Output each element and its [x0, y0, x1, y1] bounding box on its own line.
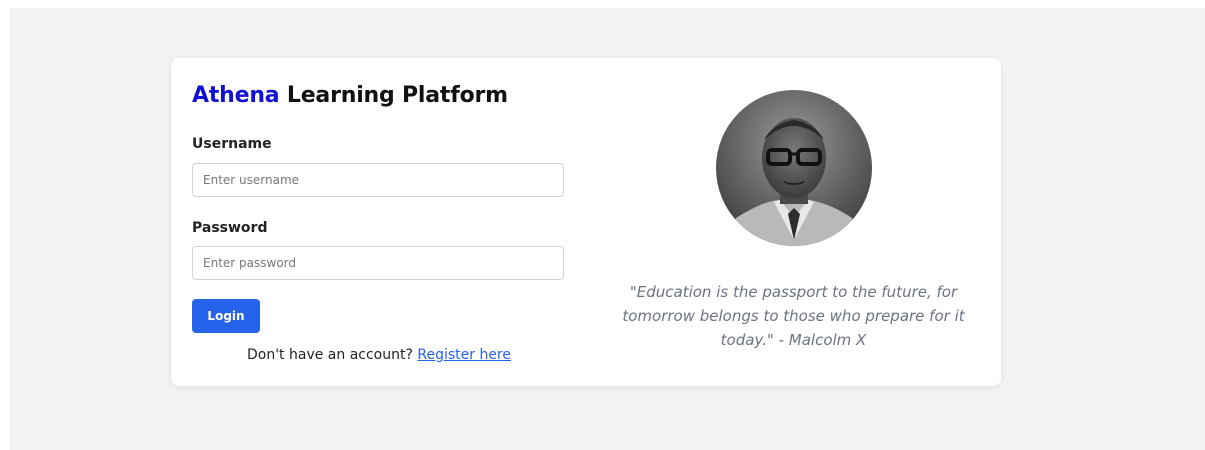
- register-link[interactable]: Register here: [417, 347, 511, 363]
- page-background: Athena Learning Platform Username Passwo…: [10, 8, 1205, 450]
- page-title: Athena Learning Platform: [192, 83, 508, 108]
- login-card: Athena Learning Platform Username Passwo…: [171, 58, 1001, 386]
- malcolm-x-portrait: [716, 90, 872, 246]
- register-prompt-text: Don't have an account?: [246, 347, 418, 363]
- login-button[interactable]: Login: [192, 299, 260, 333]
- password-input[interactable]: [192, 246, 564, 280]
- brand-name: Athena: [192, 83, 280, 108]
- portrait-image: [716, 90, 872, 246]
- username-label: Username: [192, 136, 272, 152]
- title-rest: Learning Platform: [279, 83, 508, 108]
- quote-text: "Education is the passport to the future…: [622, 283, 965, 349]
- username-input[interactable]: [192, 163, 564, 197]
- password-label: Password: [192, 220, 268, 236]
- register-prompt: Don't have an account? Register here: [192, 347, 566, 363]
